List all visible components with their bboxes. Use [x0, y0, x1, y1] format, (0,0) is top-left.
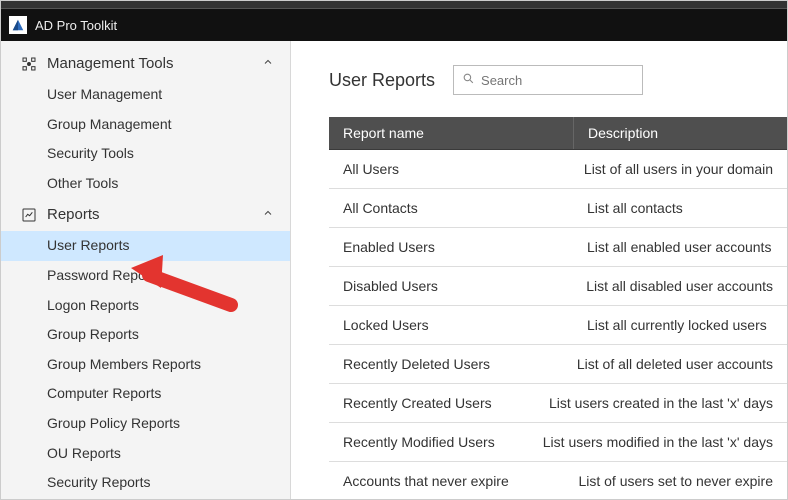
sidebar-item-label: User Reports: [47, 237, 129, 253]
sidebar-item-label: OU Reports: [47, 445, 121, 461]
sidebar-section-label: Management Tools: [47, 55, 173, 72]
sidebar-item-ou-reports[interactable]: OU Reports: [1, 439, 290, 469]
main-content: User Reports Report name Description All…: [291, 41, 787, 499]
page-title: User Reports: [329, 70, 435, 91]
sidebar-item-label: Logon Reports: [47, 297, 139, 313]
sidebar-item-password-reports[interactable]: Password Reports: [1, 261, 290, 291]
table-row[interactable]: Accounts that never expire List of users…: [329, 462, 787, 499]
sidebar: Management Tools User Management Group M…: [1, 41, 291, 499]
cell-description: List of all users in your domain: [570, 150, 787, 188]
cell-report-name: All Contacts: [329, 189, 573, 227]
cell-description: List all contacts: [573, 189, 787, 227]
sidebar-section-label: Reports: [47, 206, 100, 223]
management-tools-icon: [19, 56, 39, 72]
chevron-up-icon: [262, 207, 274, 222]
app-logo-icon: [9, 16, 27, 34]
sidebar-item-user-reports[interactable]: User Reports: [1, 231, 290, 261]
cell-description: List of users set to never expire: [564, 462, 787, 499]
sidebar-item-label: User Management: [47, 86, 162, 102]
titlebar: AD Pro Toolkit: [1, 9, 787, 41]
sidebar-item-group-policy-reports[interactable]: Group Policy Reports: [1, 409, 290, 439]
table-row[interactable]: Recently Modified Users List users modif…: [329, 423, 787, 462]
sidebar-item-computer-reports[interactable]: Computer Reports: [1, 379, 290, 409]
sidebar-item-label: Security Tools: [47, 145, 134, 161]
cell-report-name: Recently Modified Users: [329, 423, 529, 461]
cell-description: List all disabled user accounts: [572, 267, 787, 305]
cell-report-name: Enabled Users: [329, 228, 573, 266]
sidebar-item-user-management[interactable]: User Management: [1, 80, 290, 110]
sidebar-item-security-tools[interactable]: Security Tools: [1, 139, 290, 169]
search-icon: [462, 72, 475, 88]
sidebar-item-security-reports[interactable]: Security Reports: [1, 468, 290, 498]
sidebar-item-label: Group Management: [47, 116, 172, 132]
cell-report-name: Recently Created Users: [329, 384, 535, 422]
sidebar-item-group-management[interactable]: Group Management: [1, 110, 290, 140]
cell-report-name: All Users: [329, 150, 570, 188]
table-row[interactable]: Recently Created Users List users create…: [329, 384, 787, 423]
cell-report-name: Disabled Users: [329, 267, 572, 305]
cell-report-name: Recently Deleted Users: [329, 345, 563, 383]
sidebar-item-label: Security Reports: [47, 474, 150, 490]
table-row[interactable]: Disabled Users List all disabled user ac…: [329, 267, 787, 306]
window-top-strip: [1, 1, 787, 9]
cell-report-name: Locked Users: [329, 306, 573, 344]
cell-description: List all currently locked users: [573, 306, 787, 344]
sidebar-item-label: Password Reports: [47, 267, 161, 283]
search-box[interactable]: [453, 65, 643, 95]
sidebar-item-group-members-reports[interactable]: Group Members Reports: [1, 350, 290, 380]
sidebar-item-label: Group Members Reports: [47, 356, 201, 372]
table-header: Report name Description: [329, 117, 787, 150]
sidebar-item-label: Other Tools: [47, 175, 118, 191]
table-row[interactable]: All Contacts List all contacts: [329, 189, 787, 228]
sidebar-item-label: Group Policy Reports: [47, 415, 180, 431]
column-header-report-name[interactable]: Report name: [329, 117, 573, 149]
cell-description: List users modified in the last 'x' days: [529, 423, 787, 461]
sidebar-item-label: Group Reports: [47, 326, 139, 342]
sidebar-item-other-tools[interactable]: Other Tools: [1, 169, 290, 199]
cell-description: List all enabled user accounts: [573, 228, 787, 266]
reports-icon: [19, 207, 39, 223]
sidebar-section-management-tools[interactable]: Management Tools: [1, 47, 290, 80]
sidebar-item-group-reports[interactable]: Group Reports: [1, 320, 290, 350]
sidebar-item-logon-reports[interactable]: Logon Reports: [1, 291, 290, 321]
sidebar-section-reports[interactable]: Reports: [1, 198, 290, 231]
sidebar-item-custom-reports[interactable]: Custom Reports: [1, 498, 290, 499]
sidebar-item-label: Computer Reports: [47, 385, 161, 401]
cell-description: List of all deleted user accounts: [563, 345, 787, 383]
cell-report-name: Accounts that never expire: [329, 462, 564, 499]
cell-description: List users created in the last 'x' days: [535, 384, 787, 422]
column-header-description[interactable]: Description: [573, 117, 787, 149]
table-row[interactable]: Locked Users List all currently locked u…: [329, 306, 787, 345]
table-row[interactable]: Enabled Users List all enabled user acco…: [329, 228, 787, 267]
table-row[interactable]: All Users List of all users in your doma…: [329, 150, 787, 189]
chevron-up-icon: [262, 56, 274, 71]
app-title: AD Pro Toolkit: [35, 18, 117, 33]
search-input[interactable]: [481, 73, 657, 88]
table-row[interactable]: Recently Deleted Users List of all delet…: [329, 345, 787, 384]
